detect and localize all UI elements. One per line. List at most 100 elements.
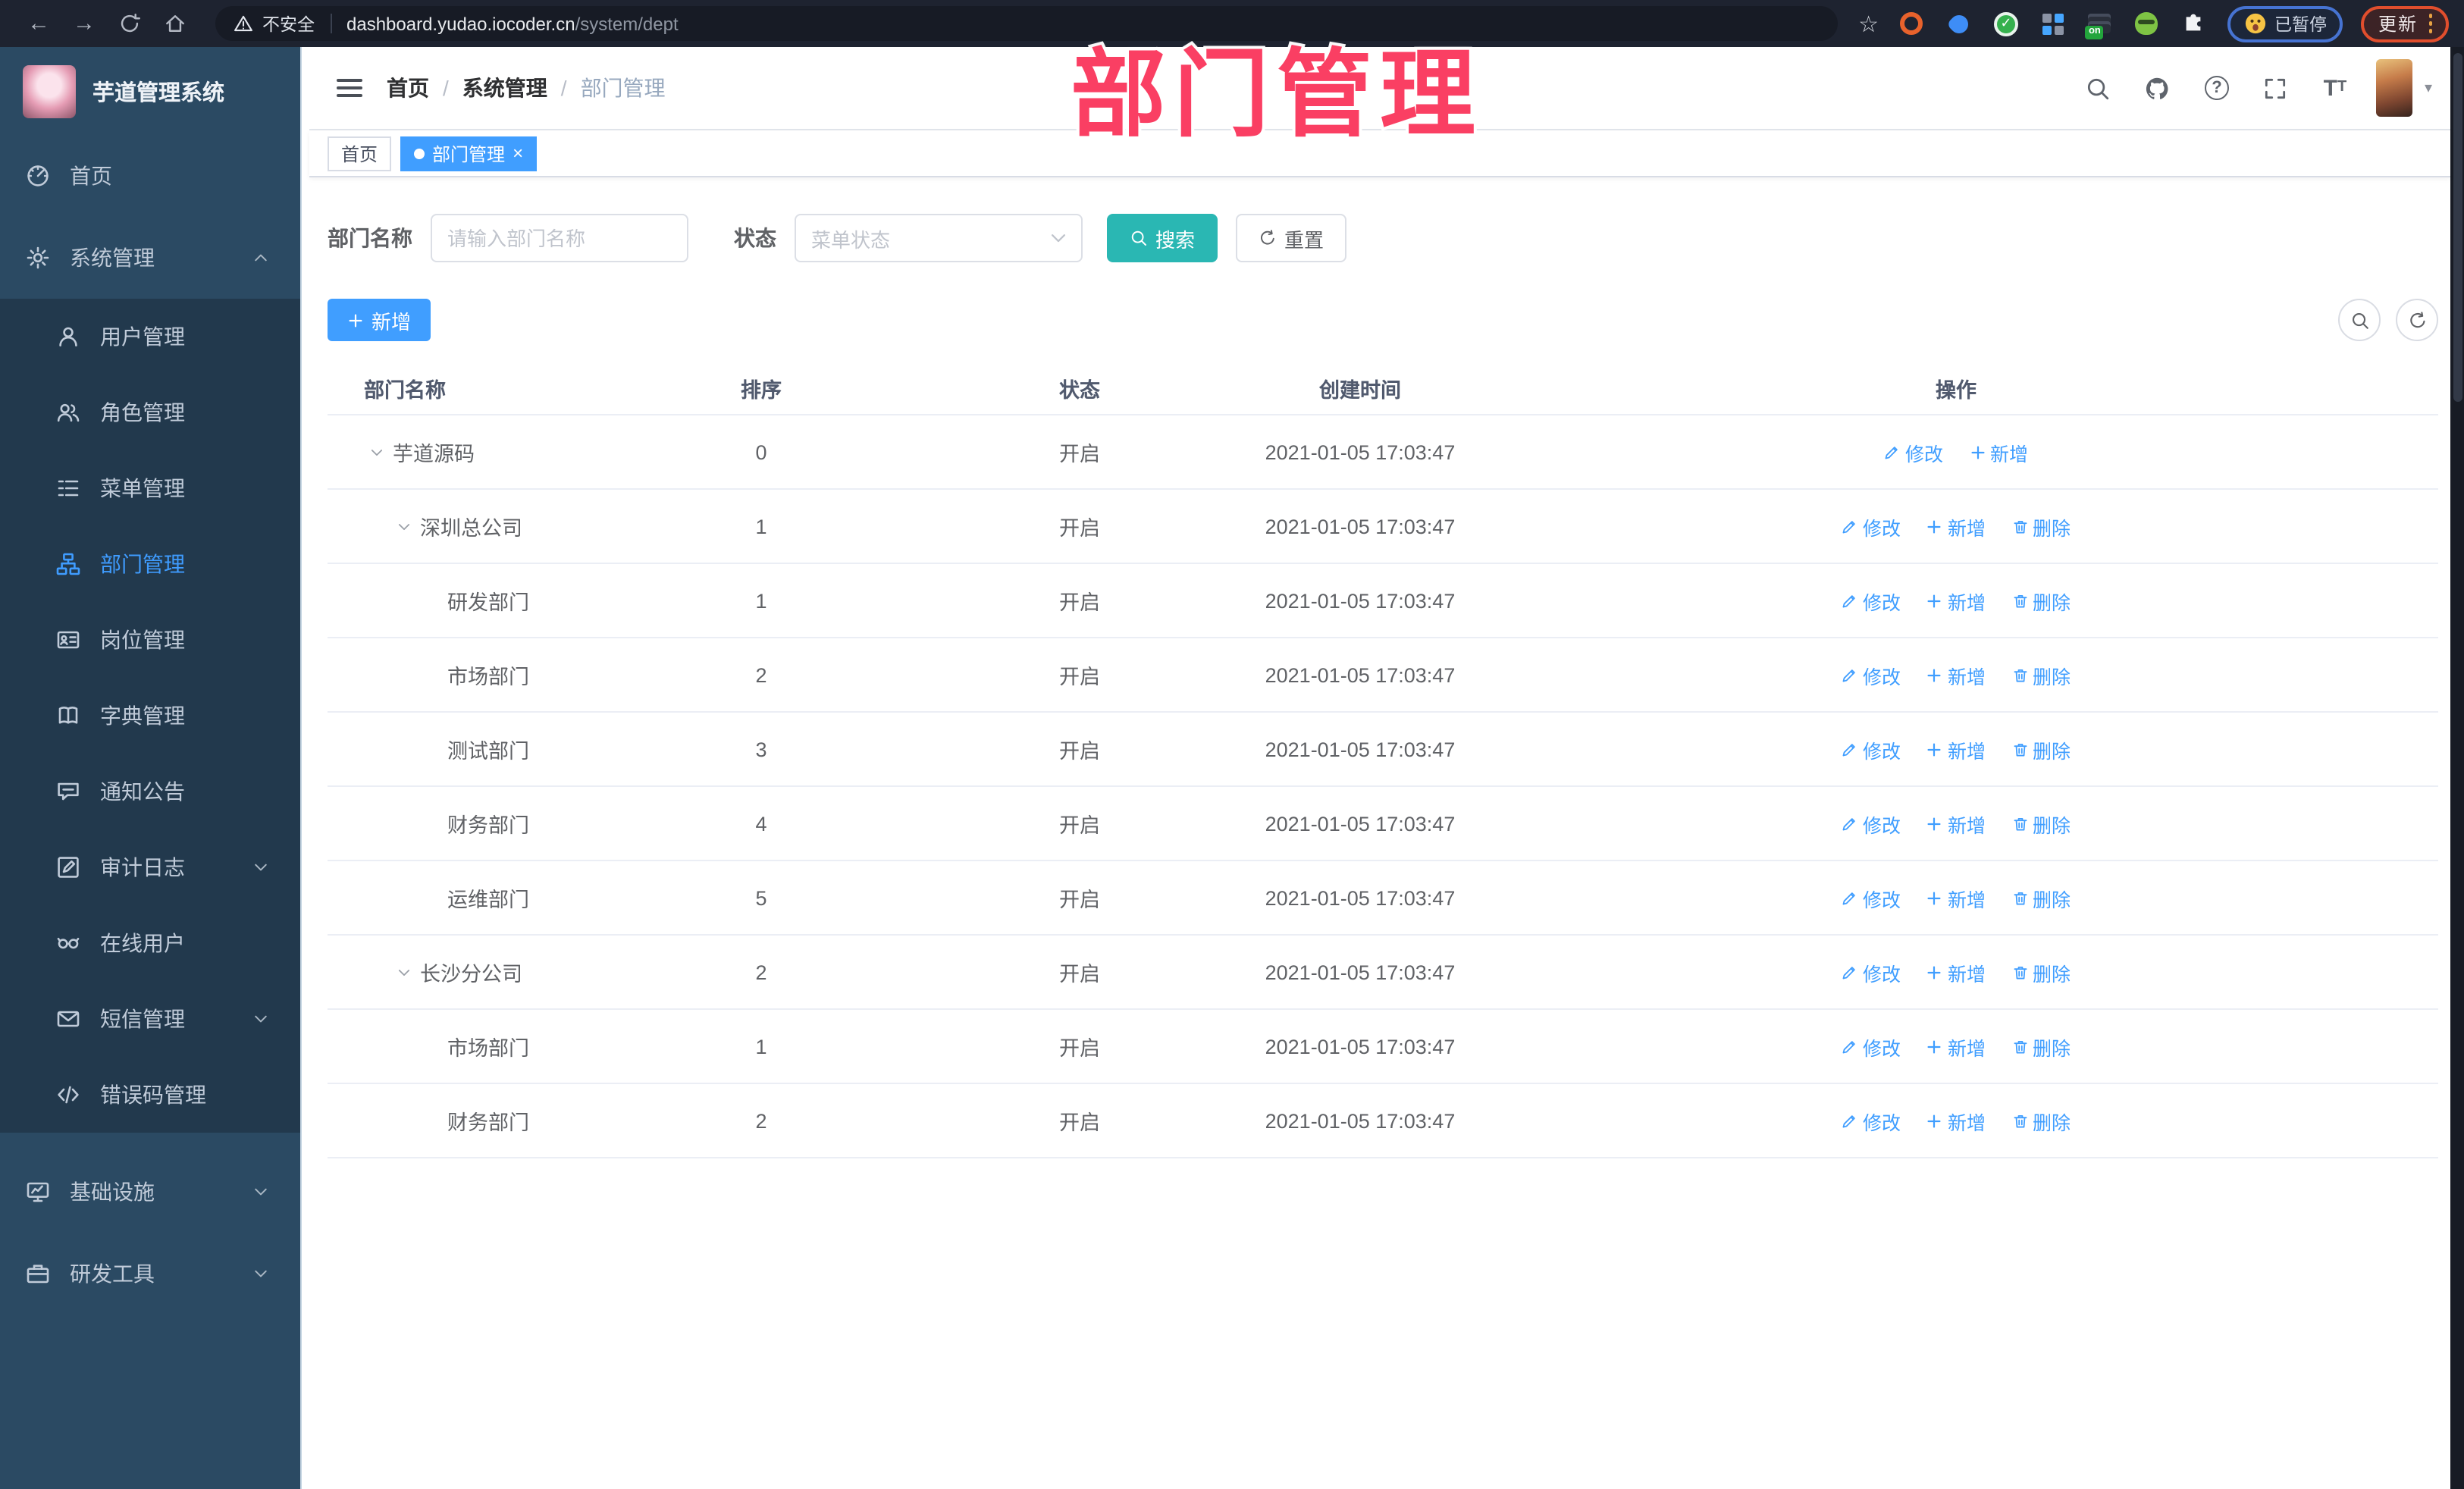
row-action-delete[interactable]: 删除 xyxy=(2011,883,2071,912)
edit-icon xyxy=(1842,592,1858,609)
green-check-extension-icon[interactable]: ✓ xyxy=(1992,10,2020,37)
search-button[interactable]: 搜索 xyxy=(1107,214,1218,262)
search-icon xyxy=(1130,229,1148,247)
fullscreen-icon[interactable] xyxy=(2261,73,2291,103)
sidebar-logo[interactable]: 芋道管理系统 xyxy=(0,47,300,135)
back-icon[interactable]: ← xyxy=(27,12,50,35)
row-action-edit[interactable]: 修改 xyxy=(1842,586,1901,615)
browser-scrollbar[interactable] xyxy=(2450,47,2464,1489)
cell-status: 开启 xyxy=(1059,814,1100,837)
hamburger-icon[interactable] xyxy=(323,62,375,114)
row-action-add[interactable]: 新增 xyxy=(1926,735,1986,763)
browser-menu-icon[interactable] xyxy=(2428,14,2432,33)
sidebar-item-部门管理[interactable]: 部门管理 xyxy=(0,526,300,602)
tree-caret-icon[interactable] xyxy=(364,440,388,464)
refresh-table-button[interactable] xyxy=(2396,299,2438,341)
sidebar-item-角色管理[interactable]: 角色管理 xyxy=(0,375,300,450)
row-action-delete[interactable]: 删除 xyxy=(2011,735,2071,763)
bookmark-star-icon[interactable]: ☆ xyxy=(1858,10,1879,37)
col-header-created: 创建时间 xyxy=(1319,378,1401,401)
sidebar-item-通知公告[interactable]: 通知公告 xyxy=(0,754,300,829)
search-icon[interactable] xyxy=(2083,73,2114,103)
row-action-delete[interactable]: 删除 xyxy=(2011,1032,2071,1061)
sidebar-item-用户管理[interactable]: 用户管理 xyxy=(0,299,300,375)
orange-ring-extension-icon[interactable] xyxy=(1898,10,1926,37)
help-icon[interactable]: ? xyxy=(2202,73,2232,103)
row-action-add[interactable]: 新增 xyxy=(1926,512,1986,541)
tree-caret-icon[interactable] xyxy=(391,514,415,538)
breadcrumb-system[interactable]: 系统管理 xyxy=(462,73,547,103)
row-action-edit[interactable]: 修改 xyxy=(1842,809,1901,838)
sidebar-item-错误码管理[interactable]: 错误码管理 xyxy=(0,1057,300,1133)
github-icon[interactable] xyxy=(2143,73,2173,103)
extension-icons: ✓ on xyxy=(1898,10,2208,39)
cell-dept-name: 深圳总公司 xyxy=(328,511,610,541)
row-action-add[interactable]: 新增 xyxy=(1926,1032,1986,1061)
caret-down-icon[interactable]: ▾ xyxy=(2425,80,2432,96)
dept-name: 市场部门 xyxy=(447,666,529,688)
sidebar-item-岗位管理[interactable]: 岗位管理 xyxy=(0,602,300,678)
forward-icon[interactable]: → xyxy=(73,12,96,35)
status-select[interactable]: 菜单状态 xyxy=(795,214,1083,262)
tree-caret-icon[interactable] xyxy=(391,960,415,984)
sidebar-item-短信管理[interactable]: 短信管理 xyxy=(0,981,300,1057)
tab-dept-management[interactable]: 部门管理 × xyxy=(400,136,538,171)
update-button[interactable]: 更新 xyxy=(2361,5,2449,42)
row-action-edit[interactable]: 修改 xyxy=(1842,660,1901,689)
row-action-label: 删除 xyxy=(2033,592,2071,613)
spy-extension-icon[interactable] xyxy=(2133,10,2161,37)
row-action-delete[interactable]: 删除 xyxy=(2011,1106,2071,1135)
row-action-add[interactable]: 新增 xyxy=(1926,883,1986,912)
row-action-add[interactable]: 新增 xyxy=(1969,437,2028,466)
sidebar-item-首页[interactable]: 首页 xyxy=(0,135,300,217)
row-action-edit[interactable]: 修改 xyxy=(1884,437,1943,466)
sidebar-item-系统管理[interactable]: 系统管理 xyxy=(0,217,300,299)
row-action-add[interactable]: 新增 xyxy=(1926,958,1986,986)
sidebar-scrollbar[interactable] xyxy=(300,47,309,1489)
sidebar-item-字典管理[interactable]: 字典管理 xyxy=(0,678,300,754)
tab-home[interactable]: 首页 xyxy=(328,136,392,171)
blue-pin-extension-icon[interactable] xyxy=(1945,10,1973,37)
row-action-delete[interactable]: 删除 xyxy=(2011,660,2071,689)
dept-name-input[interactable] xyxy=(431,214,688,262)
puzzle-extensions-icon[interactable] xyxy=(2180,10,2208,37)
row-action-delete[interactable]: 删除 xyxy=(2011,809,2071,838)
paused-badge[interactable]: 已暂停 xyxy=(2227,5,2343,42)
row-action-edit[interactable]: 修改 xyxy=(1842,1106,1901,1135)
row-action-edit[interactable]: 修改 xyxy=(1842,512,1901,541)
sidebar: 芋道管理系统 首页 系统管理 用户管理 角色管理 菜单管理 部门管理 岗位管理 字典管理 通知… xyxy=(0,47,300,1489)
row-action-edit[interactable]: 修改 xyxy=(1842,735,1901,763)
cell-status: 开启 xyxy=(1059,666,1100,688)
row-action-delete[interactable]: 删除 xyxy=(2011,958,2071,986)
breadcrumb-home[interactable]: 首页 xyxy=(387,73,429,103)
address-bar[interactable]: 不安全 dashboard.yudao.iocoder.cn/system/de… xyxy=(215,6,1838,41)
sidebar-item-审计日志[interactable]: 审计日志 xyxy=(0,829,300,905)
audit-icon xyxy=(55,854,80,880)
show-search-button[interactable] xyxy=(2338,299,2381,341)
reset-button[interactable]: 重置 xyxy=(1236,214,1347,262)
reload-icon[interactable] xyxy=(118,12,141,35)
row-action-add[interactable]: 新增 xyxy=(1926,1106,1986,1135)
sidebar-item-基础设施[interactable]: 基础设施 xyxy=(0,1151,300,1233)
sidebar-item-在线用户[interactable]: 在线用户 xyxy=(0,905,300,981)
font-size-icon[interactable]: TT xyxy=(2320,73,2350,103)
user-avatar[interactable] xyxy=(2375,59,2412,117)
scrollbar-thumb[interactable] xyxy=(2453,53,2462,402)
home-icon[interactable] xyxy=(164,12,187,35)
grid-extension-icon[interactable] xyxy=(2039,10,2067,37)
row-action-edit[interactable]: 修改 xyxy=(1842,883,1901,912)
update-label: 更新 xyxy=(2378,14,2418,35)
row-action-delete[interactable]: 删除 xyxy=(2011,512,2071,541)
close-tab-icon[interactable]: × xyxy=(513,144,523,162)
row-action-edit[interactable]: 修改 xyxy=(1842,958,1901,986)
row-action-edit[interactable]: 修改 xyxy=(1842,1032,1901,1061)
row-action-add[interactable]: 新增 xyxy=(1926,660,1986,689)
row-action-add[interactable]: 新增 xyxy=(1926,586,1986,615)
row-action-delete[interactable]: 删除 xyxy=(2011,586,2071,615)
sidebar-item-研发工具[interactable]: 研发工具 xyxy=(0,1233,300,1315)
row-action-add[interactable]: 新增 xyxy=(1926,809,1986,838)
sidebar-item-菜单管理[interactable]: 菜单管理 xyxy=(0,450,300,526)
dept-name: 市场部门 xyxy=(447,1037,529,1060)
panel-on-extension-icon[interactable]: on xyxy=(2085,10,2114,39)
add-button[interactable]: 新增 xyxy=(328,299,431,341)
